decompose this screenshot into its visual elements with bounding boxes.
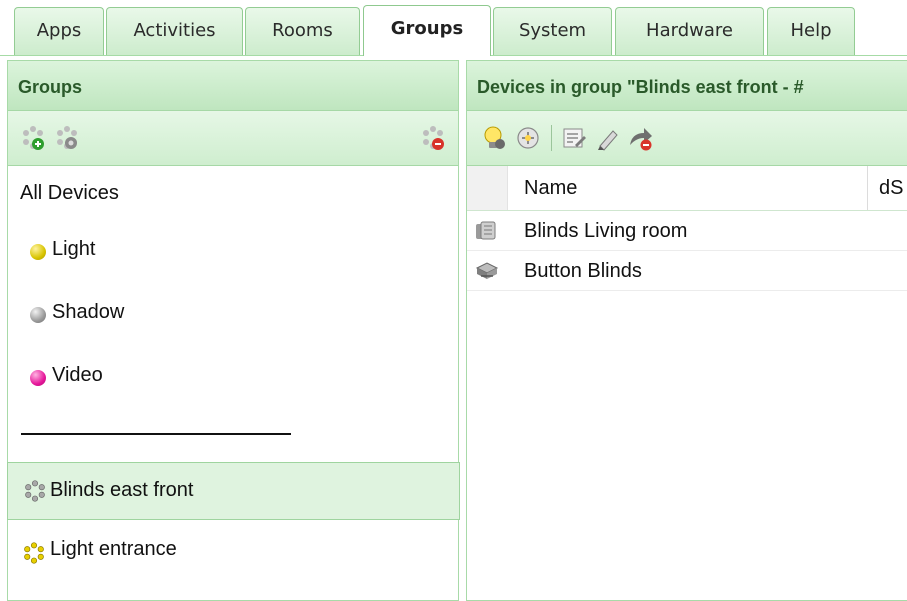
devices-toolbar [467, 111, 907, 166]
group-list: All Devices Light Shadow Video Blinds ea… [7, 166, 460, 600]
edit-list-icon[interactable] [561, 125, 587, 151]
gear-puzzle-icon[interactable] [515, 125, 541, 151]
delete-group-icon[interactable] [420, 125, 446, 151]
table-row[interactable]: Button Blinds [467, 251, 907, 291]
column-resize-handle[interactable] [867, 166, 868, 210]
gray-dot-icon [30, 307, 46, 323]
group-item-blinds-east-front[interactable]: Blinds east front [7, 462, 460, 520]
group-item-shadow[interactable]: Shadow [8, 301, 458, 333]
column-header-name[interactable]: Name [524, 166, 577, 210]
toolbar-separator [551, 125, 552, 151]
devices-table-header: Name dS [467, 166, 907, 211]
add-group-icon[interactable] [20, 125, 46, 151]
tab-help[interactable]: Help [767, 7, 855, 55]
group-item-all-devices[interactable]: All Devices [8, 182, 458, 212]
group-item-video[interactable]: Video [8, 364, 458, 396]
arrow-remove-icon[interactable] [627, 125, 653, 151]
groups-toolbar [8, 111, 458, 166]
devices-panel-title: Devices in group "Blinds east front - # [467, 61, 907, 111]
group-item-label: Shadow [52, 301, 125, 323]
group-item-label: Light [52, 238, 96, 260]
column-header-ds[interactable]: dS [879, 166, 903, 210]
magenta-dot-icon [30, 370, 46, 386]
group-item-label: Blinds east front [50, 479, 194, 501]
device-name: Blinds Living room [524, 220, 688, 242]
main-tab-bar: Apps Activities Rooms Groups System Hard… [0, 0, 907, 56]
groups-panel: Groups All Devices Light Shadow Video Bl… [7, 60, 460, 601]
edit-group-icon[interactable] [54, 125, 80, 151]
table-row[interactable]: Blinds Living room [467, 211, 907, 251]
lightbulb-icon[interactable] [481, 125, 507, 151]
group-item-label: Light entrance [50, 538, 177, 560]
yellow-dot-icon [30, 244, 46, 260]
group-item-label: Video [52, 364, 103, 386]
group-item-light[interactable]: Light [8, 238, 458, 270]
button-device-icon [475, 262, 499, 279]
yellow-group-icon [24, 542, 44, 564]
group-item-label: All Devices [20, 182, 119, 204]
group-list-separator [21, 433, 291, 435]
gray-group-icon [25, 480, 45, 502]
blind-module-icon [476, 221, 496, 240]
group-item-light-entrance[interactable]: Light entrance [8, 538, 458, 570]
icon-column-header [467, 166, 508, 210]
pencil-icon[interactable] [595, 125, 621, 151]
tab-hardware[interactable]: Hardware [615, 7, 764, 55]
groups-panel-title: Groups [8, 61, 458, 111]
tab-system[interactable]: System [493, 7, 612, 55]
tab-groups[interactable]: Groups [363, 5, 491, 56]
device-name: Button Blinds [524, 260, 642, 282]
tab-rooms[interactable]: Rooms [245, 7, 360, 55]
tab-apps[interactable]: Apps [14, 7, 104, 55]
tab-activities[interactable]: Activities [106, 7, 243, 55]
devices-panel: Devices in group "Blinds east front - # [466, 60, 907, 601]
